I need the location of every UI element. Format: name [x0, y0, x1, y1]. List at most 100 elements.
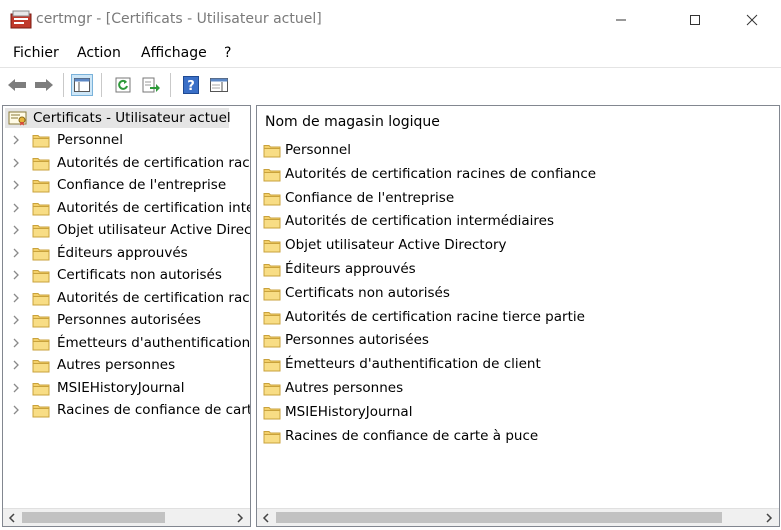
tree-item[interactable]: Personnes autorisées	[3, 310, 250, 332]
menu-bar: Fichier Action Affichage ?	[0, 40, 781, 66]
folder-icon	[32, 202, 50, 215]
toolbar-separator	[170, 73, 171, 97]
tree-item[interactable]: Autres personnes	[3, 355, 250, 377]
chevron-right-icon[interactable]	[11, 403, 21, 417]
help-icon: ?	[183, 76, 199, 94]
menu-affichage[interactable]: Affichage	[141, 45, 207, 61]
folder-icon	[32, 315, 50, 328]
tree-item-label: Personnel	[57, 132, 123, 148]
tree-item[interactable]: Autorités de certification raci	[3, 288, 250, 310]
export-list-button[interactable]	[140, 74, 162, 96]
right-horizontal-scrollbar[interactable]	[257, 508, 779, 526]
forward-button[interactable]	[33, 74, 55, 96]
list-item[interactable]: Objet utilisateur Active Directory	[263, 235, 763, 257]
tree-item-label: Racines de confiance de carte	[57, 402, 251, 418]
tree-item[interactable]: MSIEHistoryJournal	[3, 378, 250, 400]
menu-fichier[interactable]: Fichier	[13, 45, 59, 61]
list-item[interactable]: Autorités de certification racines de co…	[263, 164, 763, 186]
folder-icon	[32, 135, 50, 148]
tree-item-label: Personnes autorisées	[57, 312, 201, 328]
chevron-right-icon[interactable]	[11, 358, 21, 372]
folder-icon	[263, 216, 281, 229]
list-item-label: Éditeurs approuvés	[285, 261, 416, 277]
tree-item[interactable]: Autorités de certification inte	[3, 198, 250, 220]
chevron-left-icon	[262, 512, 269, 523]
chevron-right-icon[interactable]	[11, 223, 21, 237]
scroll-thumb[interactable]	[22, 512, 165, 523]
tree-item[interactable]: Personnel	[3, 130, 250, 152]
list-item-label: Autorités de certification intermédiaire…	[285, 213, 555, 230]
list-item-label: MSIEHistoryJournal	[285, 403, 413, 420]
scroll-thumb[interactable]	[276, 512, 722, 523]
list-item[interactable]: MSIEHistoryJournal	[263, 402, 763, 424]
chevron-right-icon[interactable]	[11, 133, 21, 147]
list-item[interactable]: Racines de confiance de carte à puce	[263, 426, 763, 448]
chevron-right-icon[interactable]	[11, 268, 21, 282]
tree-item-label: MSIEHistoryJournal	[57, 379, 185, 396]
column-header-store-name[interactable]: Nom de magasin logique	[265, 114, 440, 130]
tree-item[interactable]: Certificats non autorisés	[3, 265, 250, 287]
certmgr-app-icon	[10, 10, 32, 29]
back-button[interactable]	[6, 74, 28, 96]
list-item-label: Autorités de certification racine tierce…	[285, 308, 585, 325]
folder-icon	[263, 359, 281, 372]
tree-item[interactable]: Objet utilisateur Active Direct	[3, 220, 250, 242]
show-console-tree-button[interactable]	[71, 74, 93, 96]
list-item[interactable]: Autorités de certification intermédiaire…	[263, 211, 763, 233]
left-horizontal-scrollbar[interactable]	[3, 508, 250, 526]
list-item[interactable]: Personnes autorisées	[263, 330, 763, 352]
close-icon	[746, 14, 758, 26]
tree-item-label: Autorités de certification raci	[57, 154, 251, 171]
maximize-button[interactable]	[672, 0, 718, 40]
chevron-right-icon	[765, 512, 772, 523]
toolbar-separator	[101, 73, 102, 97]
folder-icon	[263, 430, 281, 444]
scroll-right-button[interactable]	[231, 509, 248, 526]
tree-item[interactable]: Autorités de certification raci	[3, 153, 251, 175]
scroll-left-button[interactable]	[257, 509, 274, 526]
chevron-right-icon[interactable]	[11, 178, 21, 192]
scroll-left-button[interactable]	[3, 509, 20, 526]
tree-item[interactable]: Éditeurs approuvés	[3, 243, 250, 265]
maximize-icon	[690, 15, 700, 25]
chevron-right-icon[interactable]	[11, 313, 21, 327]
tree-item[interactable]: Racines de confiance de carte	[3, 400, 251, 422]
folder-icon	[32, 360, 50, 373]
tree-item-label: Éditeurs approuvés	[57, 244, 188, 261]
scroll-right-button[interactable]	[760, 509, 777, 526]
chevron-right-icon[interactable]	[11, 156, 21, 170]
properties-pane-button[interactable]	[208, 74, 230, 96]
chevron-right-icon[interactable]	[11, 291, 21, 305]
folder-icon	[263, 264, 281, 277]
list-item[interactable]: Confiance de l'entreprise	[263, 188, 763, 210]
chevron-right-icon[interactable]	[11, 246, 21, 260]
properties-pane-icon	[210, 78, 228, 92]
list-item-label: Objet utilisateur Active Directory	[285, 237, 507, 254]
list-item-label: Autres personnes	[285, 380, 404, 396]
tree-item[interactable]: Émetteurs d'authentification	[3, 333, 250, 355]
list-item[interactable]: Éditeurs approuvés	[263, 259, 763, 281]
folder-icon	[263, 240, 281, 253]
list-item[interactable]: Certificats non autorisés	[263, 283, 763, 305]
chevron-right-icon	[236, 512, 243, 523]
menu-help[interactable]: ?	[224, 45, 231, 61]
list-item[interactable]: Autres personnes	[263, 378, 763, 400]
tree-item-label: Certificats non autorisés	[57, 267, 222, 283]
list-item-label: Racines de confiance de carte à puce	[285, 427, 539, 444]
tree-root-certificates[interactable]: Certificats - Utilisateur actuel	[5, 108, 231, 128]
list-item[interactable]: Émetteurs d'authentification de client	[263, 354, 763, 376]
toolbar: ?	[0, 67, 781, 102]
window-title: certmgr - [Certificats - Utilisateur act…	[36, 11, 322, 27]
close-button[interactable]	[729, 0, 775, 40]
tree-item[interactable]: Confiance de l'entreprise	[3, 175, 250, 197]
list-item[interactable]: Autorités de certification racine tierce…	[263, 307, 763, 329]
menu-action[interactable]: Action	[77, 45, 121, 61]
list-item-label: Personnes autorisées	[285, 332, 429, 349]
chevron-right-icon[interactable]	[11, 201, 21, 215]
chevron-right-icon[interactable]	[11, 336, 21, 350]
refresh-button[interactable]	[112, 74, 134, 96]
help-button[interactable]: ?	[180, 74, 202, 96]
minimize-button[interactable]	[598, 0, 644, 40]
list-item[interactable]: Personnel	[263, 140, 763, 162]
chevron-right-icon[interactable]	[11, 381, 21, 395]
